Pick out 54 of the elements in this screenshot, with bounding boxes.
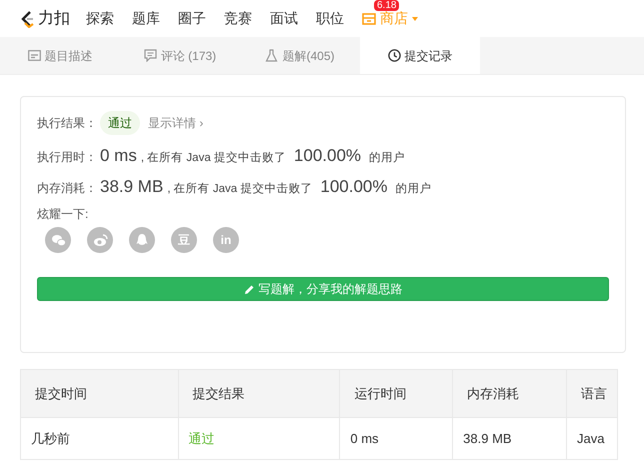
pencil-icon <box>244 284 254 294</box>
status-link[interactable]: 通过 <box>178 418 340 460</box>
tab[interactable]: 提交记录 <box>360 37 480 74</box>
tab[interactable]: 题解(405) <box>240 37 360 74</box>
percent-value: 100.00% <box>294 145 362 167</box>
share-button[interactable] <box>87 227 113 253</box>
document-icon <box>28 49 40 62</box>
nav-link[interactable]: 职位 <box>316 8 344 29</box>
nav-link[interactable]: 面试 <box>270 8 298 29</box>
tab[interactable]: 题目描述 <box>0 37 120 74</box>
field-label: 执行用时： <box>37 149 98 166</box>
comment-icon <box>144 49 157 62</box>
store-icon <box>362 12 376 24</box>
field-label: 执行结果： <box>37 115 98 132</box>
stat-text: , 在所有 Java 提交中击败了 <box>167 181 312 197</box>
write-solution-button[interactable]: 写题解，分享我的解题思路 <box>37 277 609 301</box>
column-header: 提交时间 <box>20 370 178 418</box>
flask-icon <box>265 49 278 62</box>
shop-link[interactable]: 商店 <box>362 8 418 29</box>
badge-label: 6.18 <box>374 0 400 11</box>
column-header: 内存消耗 <box>452 370 566 418</box>
share-button[interactable] <box>129 227 155 253</box>
column-header: 语言 <box>566 370 618 418</box>
percent-value: 100.00% <box>320 176 388 198</box>
share-button[interactable] <box>45 227 71 253</box>
logo-icon <box>20 10 34 28</box>
clock-icon <box>388 49 400 62</box>
table-cell: 几秒前 <box>20 418 178 460</box>
share-button[interactable]: in <box>213 227 239 253</box>
table-cell: 38.9 MB <box>452 418 566 460</box>
column-header: 提交结果 <box>178 370 340 418</box>
stat-text: , 在所有 Java 提交中击败了 <box>140 150 286 166</box>
field-label: 内存消耗： <box>37 180 98 197</box>
table-cell: 0 ms <box>340 418 453 460</box>
stat-suffix: 的用户 <box>369 150 406 166</box>
share-button[interactable]: 豆 <box>171 227 197 253</box>
stat-value: 38.9 MB <box>100 176 164 198</box>
nav-link[interactable]: 竞赛 <box>224 8 252 29</box>
nav-link[interactable]: 题库 <box>132 8 160 29</box>
nav-link[interactable]: 探索 <box>86 8 114 29</box>
logo-text: 力扣 <box>38 8 70 28</box>
stat-value: 0 ms <box>100 145 137 167</box>
caret-icon <box>412 16 418 20</box>
chat-bubbles-icon <box>50 233 66 247</box>
details-link[interactable]: 显示详情 › <box>148 114 204 132</box>
nav-link[interactable]: 圈子 <box>178 8 206 29</box>
penguin-icon <box>134 233 150 247</box>
table-cell: Java <box>566 418 618 460</box>
tab[interactable]: 评论 (173) <box>120 37 240 74</box>
column-header: 运行时间 <box>340 370 453 418</box>
status-badge: 通过 <box>100 111 140 135</box>
stat-suffix: 的用户 <box>396 181 432 197</box>
share-label: 炫耀一下: <box>37 206 90 223</box>
swirl-icon <box>92 233 108 247</box>
